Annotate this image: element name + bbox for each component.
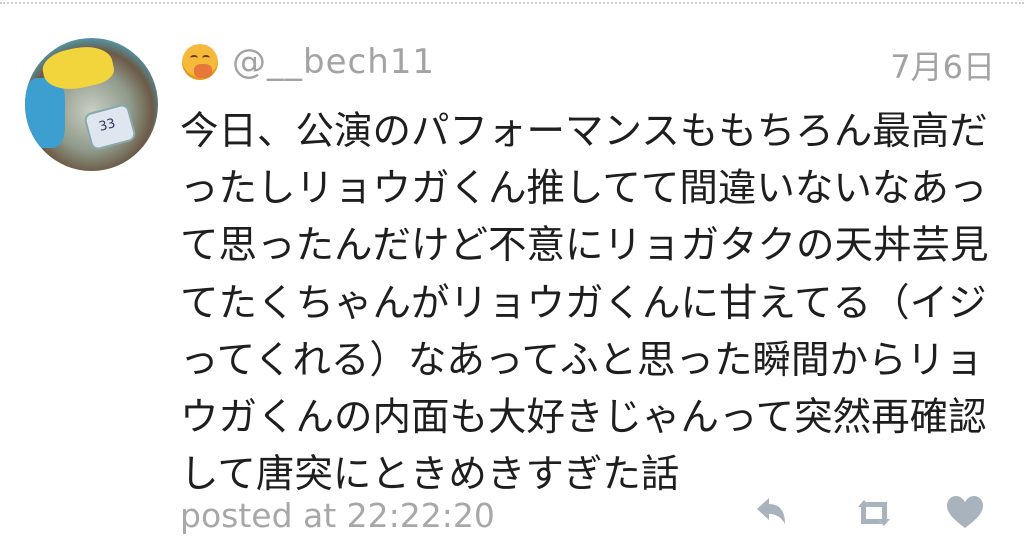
post-text: 今日、公演のパフォーマンスももちろん最高だったしリョウガくん推してて間違いないな… xyxy=(180,109,989,498)
user-avatar[interactable]: 33 xyxy=(25,38,158,171)
face-with-hand-over-mouth-emoji-icon xyxy=(182,44,218,80)
avatar-shape xyxy=(25,78,65,148)
post-date[interactable]: 7月6日 xyxy=(890,42,995,88)
retweet-icon xyxy=(858,500,890,526)
like-button[interactable] xyxy=(945,493,985,533)
heart-icon xyxy=(947,496,983,528)
posted-timestamp: posted at 22:22:20 xyxy=(180,496,495,535)
post-header: @__bech11 7月6日 xyxy=(180,40,995,86)
reply-icon xyxy=(757,498,785,524)
top-dotted-divider xyxy=(0,2,1024,4)
username-link[interactable]: @__bech11 xyxy=(232,42,435,82)
retweet-button[interactable] xyxy=(852,493,896,533)
reply-button[interactable] xyxy=(753,493,791,533)
emoji-hand xyxy=(194,64,212,78)
emoji-eye xyxy=(190,55,198,61)
emoji-eye xyxy=(202,55,210,61)
